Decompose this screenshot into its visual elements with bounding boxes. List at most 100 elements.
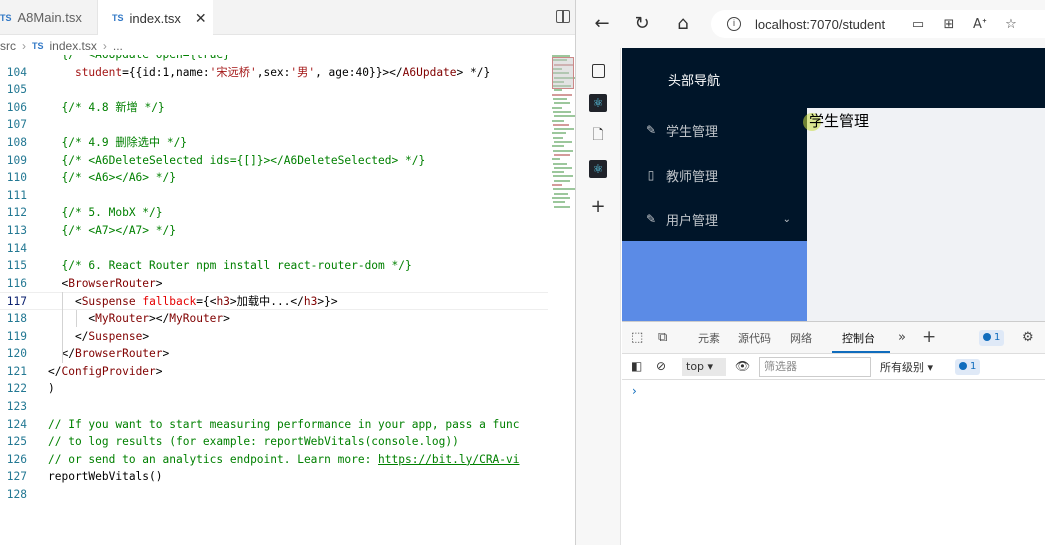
settings-gear-icon[interactable]: ⚙ [1022,330,1034,345]
code-line[interactable]: 115 {/* 6. React Router npm install reac… [0,257,548,275]
code-line[interactable]: 116 <BrowserRouter> [0,275,548,293]
console-prompt[interactable]: › [632,384,637,398]
code-line[interactable]: 128 [0,486,548,504]
line-number: 123 [6,399,27,413]
code-token: >}> [317,295,338,309]
menu-item-users[interactable]: ✎ 用户管理 ⌄ [622,201,807,237]
code-line[interactable]: {/* <A6Update open={true} [0,55,548,64]
react-tab-icon[interactable]: ⚛ [589,160,607,178]
code-line[interactable]: 125 // to log results (for example: repor… [0,433,548,451]
tab-sources[interactable]: 源代码 [738,330,771,346]
inspect-icon[interactable]: ⬚ [631,330,643,345]
code-token: A6Update [402,65,457,79]
code-line[interactable]: 121 </ConfigProvider> [0,363,548,381]
code-line[interactable]: 109 {/* <A6DeleteSelected ids={[]}></A6D… [0,152,548,170]
url-text[interactable]: localhost:7070/student [755,17,895,32]
code-line[interactable]: 127 reportWebVitals() [0,468,548,486]
line-number: 124 [6,417,27,431]
code-line[interactable]: 126 // or send to an analytics endpoint. … [0,451,548,469]
line-number: 118 [6,311,27,325]
code-token: h3 [303,295,318,309]
code-line[interactable]: 119 </Suspense> [0,328,548,346]
code-line[interactable]: 117 <Suspense fallback={<h3>加载中...</h3>}… [0,292,548,310]
code-token: // to log results (for example: reportWe… [48,435,459,449]
code-line[interactable]: 112 {/* 5. MobX */} [0,204,548,222]
minimap-line [554,205,570,208]
clear-console-icon[interactable]: ⊘ [656,359,666,373]
new-tab-icon[interactable]: + [589,198,607,216]
tab-actions-icon[interactable] [592,64,605,78]
tab-elements[interactable]: 元素 [698,330,720,346]
split-editor-icon[interactable] [556,10,570,23]
sidebar-toggle-icon[interactable]: ◧ [631,359,642,373]
code-token: BrowserRouter [74,347,163,361]
document-tab-icon[interactable]: 🗋 [589,126,607,144]
read-aloud-icon[interactable]: Aᐩ [972,17,988,32]
code-line[interactable]: 124 // If you want to start measuring per… [0,416,548,434]
favorite-icon[interactable]: ☆ [1003,17,1019,32]
code-line[interactable]: 108 {/* 4.9 删除选中 */} [0,134,548,152]
code-line[interactable]: 104 student={{id:1,name:'宋远桥',sex:'男', a… [0,64,548,82]
code-line[interactable]: 118 <MyRouter></MyRouter> [0,310,548,328]
context-select[interactable]: top ▾ [682,358,726,376]
code-line[interactable]: 105 [0,81,548,99]
minimap-line [553,98,567,100]
code-token: MyRouter [169,311,224,325]
menu-label: 教师管理 [666,169,719,185]
level-badge[interactable]: 1 [955,359,981,375]
code-line[interactable]: 123 [0,398,548,416]
code-token: https://bit.ly/CRA-vi [378,452,520,466]
minimap-line [553,162,567,165]
close-icon[interactable]: ✕ [195,10,207,27]
devtools-panel: ⬚ ⧉ 元素 源代码 网络 控制台 » + 1 ⚙ ◧ ⊘ top ▾ 👁 筛选… [622,321,1045,545]
log-level-select[interactable]: 所有级别 ▾ [880,359,933,375]
more-tabs-icon[interactable]: » [898,330,906,345]
grid-icon[interactable]: ⊞ [941,17,957,32]
menu-item-students[interactable]: ✎ 学生管理 [622,112,807,148]
page-content: 学生管理 [803,108,1045,321]
info-icon[interactable]: i [727,17,741,31]
breadcrumb-folder[interactable]: src [0,39,16,53]
react-tab-icon[interactable]: ⚛ [589,94,607,112]
eye-icon[interactable]: 👁 [735,359,750,373]
tab-label: index.tsx [129,10,181,26]
add-tab-icon[interactable]: + [922,327,936,347]
breadcrumb-file[interactable]: index.tsx [50,39,97,53]
code-line[interactable]: 110 {/* <A6></A6> */} [0,169,548,187]
code-line[interactable]: 111 [0,187,548,205]
app-available-icon[interactable]: ▭ [910,17,926,32]
minimap-slider[interactable] [552,57,574,89]
code-line[interactable]: 107 [0,116,548,134]
code-line[interactable]: 114 [0,240,548,258]
code-line[interactable]: 122) [0,380,548,398]
address-bar[interactable]: i localhost:7070/student ▭ ⊞ Aᐩ ☆ [711,10,1045,38]
console-toolbar: ◧ ⊘ top ▾ 👁 筛选器 所有级别 ▾ 1 [622,354,1045,380]
tab-network[interactable]: 网络 [790,330,812,346]
home-icon[interactable]: ⌂ [673,14,693,34]
code-line[interactable]: 106 {/* 4.8 新增 */} [0,99,548,117]
code-line[interactable]: 120 </BrowserRouter> [0,345,548,363]
issues-badge[interactable]: 1 [979,330,1005,346]
breadcrumb-more[interactable]: ... [113,39,123,53]
tab-label: A8Main.tsx [17,10,82,25]
back-arrow-icon[interactable]: ← [592,14,612,34]
line-number: 114 [6,241,27,255]
minimap-line [552,184,562,186]
code-token: '宋远桥' [209,65,257,79]
line-number: 113 [6,223,27,237]
code-area[interactable]: {/* <A6Update open={true} 104 student={{i… [0,55,548,545]
code-token: ={< [196,295,217,309]
code-line[interactable]: 113 {/* <A7></A7> */} [0,222,548,240]
line-number: 111 [6,188,27,202]
reload-icon[interactable]: ↻ [632,14,652,34]
menu-item-teachers[interactable]: ▯ 教师管理 [622,157,807,193]
minimap-line [554,141,572,143]
device-emulation-icon[interactable]: ⧉ [658,330,667,345]
message-icon [983,333,991,341]
filter-input[interactable]: 筛选器 [759,357,871,377]
code-token: {/* 4.8 新增 */} [48,100,165,114]
tab-a8main[interactable]: TS A8Main.tsx [0,0,98,35]
tab-index[interactable]: TS index.tsx ✕ [98,0,213,36]
tab-console[interactable]: 控制台 [842,330,875,346]
